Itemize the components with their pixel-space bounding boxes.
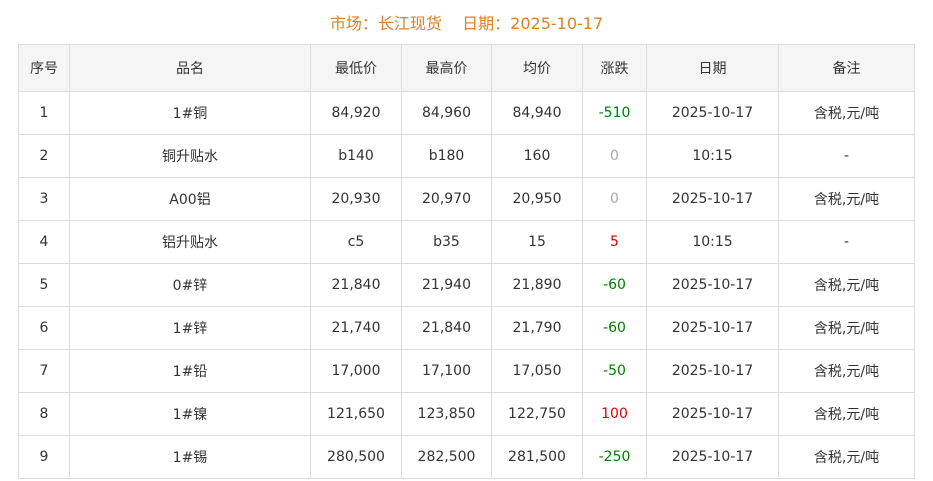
- column-header-note: 备注: [778, 44, 915, 92]
- cell-average-price: 15: [491, 220, 583, 264]
- cell-high-price: 17,100: [401, 349, 492, 393]
- cell-change: -60: [582, 306, 647, 350]
- cell-low-price: 20,930: [310, 177, 402, 221]
- cell-change: 100: [582, 392, 647, 436]
- table-row: 2 铜升贴水 b140 b180 160 0 10:15-: [18, 134, 915, 178]
- cell-index: 6: [18, 306, 70, 350]
- cell-name: 1#镍: [69, 392, 311, 436]
- cell-date: 2025-10-17: [646, 392, 779, 436]
- cell-note: 含税,元/吨: [778, 349, 915, 393]
- cell-date: 10:15: [646, 220, 779, 264]
- cell-name: 1#铜: [69, 91, 311, 135]
- cell-index: 4: [18, 220, 70, 264]
- table-row: 5 0#锌 21,840 21,940 21,890 -60 2025-10-17 含税,元/…: [18, 263, 915, 307]
- cell-note: 含税,元/吨: [778, 263, 915, 307]
- cell-note: 含税,元/吨: [778, 91, 915, 135]
- cell-low-price: 17,000: [310, 349, 402, 393]
- cell-average-price: 20,950: [491, 177, 583, 221]
- cell-average-price: 21,890: [491, 263, 583, 307]
- cell-date: 2025-10-17: [646, 306, 779, 350]
- cell-change: -60: [582, 263, 647, 307]
- cell-note: 含税,元/吨: [778, 435, 915, 479]
- cell-high-price: 84,960: [401, 91, 492, 135]
- table-row: 3 A00铝 20,930 20,970 20,950 0 2025-10-17 含税,元/吨: [18, 177, 915, 221]
- table-row: 9 1#锡 280,500 282,500 281,500 -250 2025-10-17 含…: [18, 435, 915, 479]
- cell-name: 1#铅: [69, 349, 311, 393]
- cell-note: -: [778, 134, 915, 178]
- cell-name: 1#锌: [69, 306, 311, 350]
- cell-index: 7: [18, 349, 70, 393]
- cell-change: 0: [582, 134, 647, 178]
- cell-index: 5: [18, 263, 70, 307]
- cell-high-price: 21,840: [401, 306, 492, 350]
- cell-name: 铝升贴水: [69, 220, 311, 264]
- cell-change: 5: [582, 220, 647, 264]
- cell-low-price: 121,650: [310, 392, 402, 436]
- cell-high-price: b180: [401, 134, 492, 178]
- cell-change: -510: [582, 91, 647, 135]
- column-header-date: 日期: [646, 44, 779, 92]
- cell-high-price: b35: [401, 220, 492, 264]
- cell-high-price: 21,940: [401, 263, 492, 307]
- cell-note: 含税,元/吨: [778, 177, 915, 221]
- cell-date: 2025-10-17: [646, 177, 779, 221]
- cell-average-price: 122,750: [491, 392, 583, 436]
- column-header-name: 品名: [69, 44, 311, 92]
- table-row: 1 1#铜 84,920 84,960 84,940 -510 2025-10-17 含税,元…: [18, 91, 915, 135]
- table-body: 1 1#铜 84,920 84,960 84,940 -510 2025-10-17 含税,元…: [18, 91, 915, 479]
- cell-average-price: 21,790: [491, 306, 583, 350]
- cell-low-price: b140: [310, 134, 402, 178]
- cell-date: 2025-10-17: [646, 435, 779, 479]
- cell-index: 2: [18, 134, 70, 178]
- table-row: 6 1#锌 21,740 21,840 21,790 -60 2025-10-17 含税,元/…: [18, 306, 915, 350]
- cell-high-price: 282,500: [401, 435, 492, 479]
- column-header-index: 序号: [18, 44, 70, 92]
- cell-date: 2025-10-17: [646, 91, 779, 135]
- price-table: 序号 品名 最低价 最高价 均价 涨跌 日期 备注 1 1#铜 84,920 84,9…: [18, 44, 915, 479]
- cell-date: 2025-10-17: [646, 349, 779, 393]
- column-header-low: 最低价: [310, 44, 402, 92]
- cell-low-price: c5: [310, 220, 402, 264]
- cell-low-price: 84,920: [310, 91, 402, 135]
- cell-note: 含税,元/吨: [778, 392, 915, 436]
- column-header-average: 均价: [491, 44, 583, 92]
- cell-low-price: 21,740: [310, 306, 402, 350]
- cell-low-price: 280,500: [310, 435, 402, 479]
- table-header-row: 序号 品名 最低价 最高价 均价 涨跌 日期 备注: [18, 44, 915, 92]
- cell-name: 1#锡: [69, 435, 311, 479]
- cell-change: -50: [582, 349, 647, 393]
- page-title: 市场：长江现货 日期：2025-10-17: [329, 14, 604, 33]
- cell-date: 2025-10-17: [646, 263, 779, 307]
- cell-note: -: [778, 220, 915, 264]
- table-row: 8 1#镍 121,650 123,850 122,750 100 2025-10-17 含税…: [18, 392, 915, 436]
- cell-index: 1: [18, 91, 70, 135]
- cell-name: 0#锌: [69, 263, 311, 307]
- cell-change: 0: [582, 177, 647, 221]
- cell-date: 10:15: [646, 134, 779, 178]
- cell-high-price: 123,850: [401, 392, 492, 436]
- cell-high-price: 20,970: [401, 177, 492, 221]
- cell-index: 9: [18, 435, 70, 479]
- cell-name: A00铝: [69, 177, 311, 221]
- column-header-change: 涨跌: [582, 44, 647, 92]
- cell-average-price: 17,050: [491, 349, 583, 393]
- cell-change: -250: [582, 435, 647, 479]
- table-row: 4 铝升贴水 c5 b35 15 5 10:15-: [18, 220, 915, 264]
- cell-low-price: 21,840: [310, 263, 402, 307]
- cell-average-price: 281,500: [491, 435, 583, 479]
- cell-index: 8: [18, 392, 70, 436]
- cell-note: 含税,元/吨: [778, 306, 915, 350]
- cell-index: 3: [18, 177, 70, 221]
- cell-average-price: 160: [491, 134, 583, 178]
- column-header-high: 最高价: [401, 44, 492, 92]
- cell-name: 铜升贴水: [69, 134, 311, 178]
- cell-average-price: 84,940: [491, 91, 583, 135]
- table-row: 7 1#铅 17,000 17,100 17,050 -50 2025-10-17 含税,元/…: [18, 349, 915, 393]
